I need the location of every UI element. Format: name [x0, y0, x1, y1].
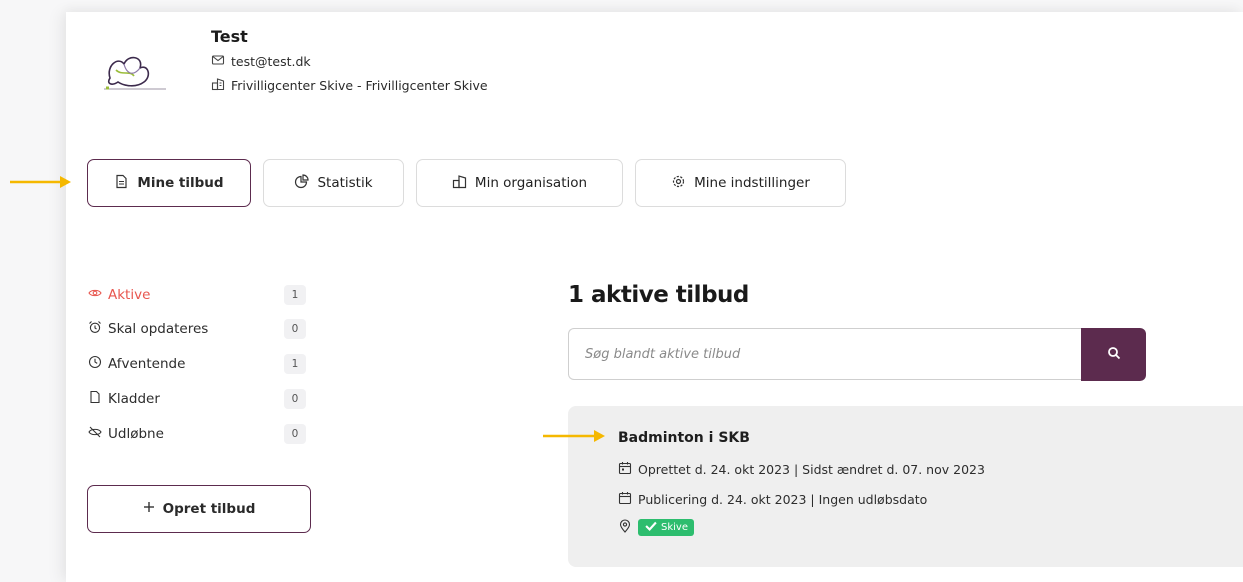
- offer-title[interactable]: Badminton i SKB: [618, 430, 750, 446]
- pie-chart-icon: [294, 173, 310, 193]
- search-input[interactable]: [568, 328, 1082, 380]
- tab-mine-indstillinger[interactable]: Mine indstillinger: [635, 159, 846, 207]
- location-tag-label: Skive: [661, 522, 688, 533]
- count-badge: 1: [284, 354, 306, 374]
- count-badge: 0: [284, 389, 306, 409]
- email-text: test@test.dk: [231, 54, 311, 69]
- search-icon: [1107, 345, 1121, 364]
- gear-icon: [671, 174, 686, 193]
- sidebar-item-kladder[interactable]: Kladder 0: [88, 388, 314, 410]
- publish-text: Publicering d. 24. okt 2023 | Ingen udlø…: [638, 492, 928, 507]
- organization-text: Frivilligcenter Skive - Frivilligcenter …: [231, 78, 488, 93]
- calendar-icon: [618, 491, 632, 508]
- building-icon: [211, 77, 225, 94]
- count-badge: 0: [284, 319, 306, 339]
- tab-mine-tilbud[interactable]: Mine tilbud: [87, 159, 251, 207]
- create-offer-button[interactable]: Opret tilbud: [87, 485, 311, 533]
- location-tag: Skive: [638, 519, 694, 536]
- calendar-icon: [618, 461, 632, 478]
- sidebar-item-aktive[interactable]: Aktive 1: [88, 284, 314, 306]
- tab-min-organisation[interactable]: Min organisation: [416, 159, 623, 207]
- plus-icon: [143, 501, 155, 517]
- eye-icon: [88, 286, 108, 304]
- annotation-arrow-icon: [10, 176, 71, 188]
- building-icon: [452, 174, 467, 193]
- sidebar-item-label: Aktive: [108, 287, 151, 303]
- sidebar-item-afventende[interactable]: Afventende 1: [88, 353, 314, 375]
- create-offer-label: Opret tilbud: [162, 501, 256, 517]
- page-title: 1 aktive tilbud: [568, 282, 749, 308]
- offer-created-line: Oprettet d. 24. okt 2023 | Sidst ændret …: [618, 461, 985, 478]
- check-icon: [644, 519, 658, 536]
- tab-label: Min organisation: [474, 175, 588, 191]
- count-badge: 1: [284, 285, 306, 305]
- count-badge: 0: [284, 424, 306, 444]
- alarm-clock-icon: [88, 320, 108, 338]
- sidebar-item-skal-opdateres[interactable]: Skal opdateres 0: [88, 318, 314, 340]
- search-button[interactable]: [1081, 328, 1146, 381]
- offer-publish-line: Publicering d. 24. okt 2023 | Ingen udlø…: [618, 491, 927, 508]
- clock-icon: [88, 355, 108, 373]
- sidebar-item-udlobne[interactable]: Udløbne 0: [88, 423, 314, 445]
- location-pin-icon: [618, 519, 632, 536]
- tab-label: Statistik: [317, 175, 373, 191]
- tab-statistik[interactable]: Statistik: [263, 159, 404, 207]
- organization-logo: [100, 48, 172, 98]
- sidebar-item-label: Kladder: [108, 391, 160, 407]
- mail-icon: [211, 53, 225, 70]
- annotation-arrow-icon: [543, 430, 605, 442]
- tab-label: Mine indstillinger: [694, 175, 810, 191]
- eye-off-icon: [88, 425, 108, 443]
- document-icon: [114, 174, 129, 193]
- sidebar-item-label: Skal opdateres: [108, 321, 209, 337]
- profile-organization: Frivilligcenter Skive - Frivilligcenter …: [211, 77, 488, 94]
- offer-location-line: Skive: [618, 519, 694, 536]
- profile-email: test@test.dk: [211, 53, 311, 70]
- sidebar-item-label: Afventende: [108, 356, 186, 372]
- sidebar-item-label: Udløbne: [108, 426, 164, 442]
- profile-name: Test: [211, 27, 248, 46]
- tab-label: Mine tilbud: [137, 175, 224, 191]
- created-text: Oprettet d. 24. okt 2023 | Sidst ændret …: [638, 462, 985, 477]
- file-icon: [88, 390, 108, 408]
